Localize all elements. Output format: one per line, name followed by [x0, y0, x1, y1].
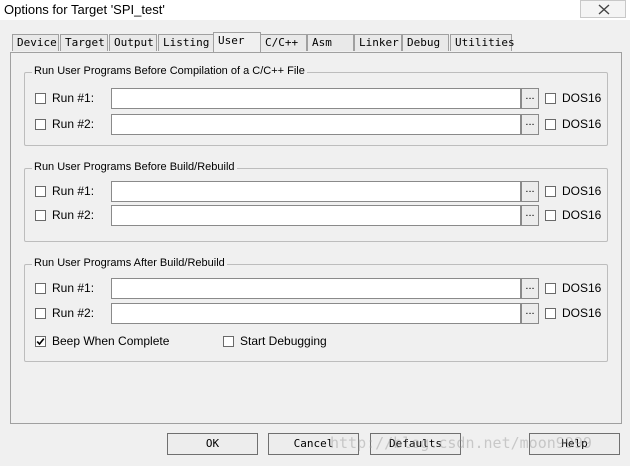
- run-label: Run #1:: [52, 281, 95, 295]
- run-label: Run #2:: [52, 306, 95, 320]
- browse-button[interactable]: ...: [521, 278, 539, 299]
- dos16-checkbox[interactable]: [545, 210, 556, 221]
- run-checkbox[interactable]: [35, 186, 46, 197]
- tab-utilities[interactable]: Utilities: [450, 34, 515, 51]
- command-input[interactable]: [111, 278, 521, 299]
- run-row: Run #1: ... DOS16: [25, 278, 609, 300]
- run-row: Run #2: ... DOS16: [25, 205, 609, 227]
- browse-button[interactable]: ...: [521, 114, 539, 135]
- title-bar: Options for Target 'SPI_test': [0, 0, 630, 20]
- tab-output[interactable]: Output: [109, 34, 157, 51]
- tab-strip: Device Target Output Listing User C/C++ …: [10, 32, 622, 54]
- group-after-build: Run User Programs After Build/Rebuild Ru…: [24, 257, 609, 362]
- command-input[interactable]: [111, 114, 521, 135]
- command-input[interactable]: [111, 303, 521, 324]
- group-title: Run User Programs After Build/Rebuild: [32, 257, 227, 269]
- ok-button[interactable]: OK: [167, 433, 258, 455]
- run-label: Run #2:: [52, 208, 95, 222]
- cancel-button[interactable]: Cancel: [268, 433, 359, 455]
- tab-cpp[interactable]: C/C++: [260, 34, 307, 51]
- group-title: Run User Programs Before Build/Rebuild: [32, 161, 237, 173]
- tab-linker[interactable]: Linker: [354, 34, 402, 51]
- beep-checkbox[interactable]: [35, 336, 46, 347]
- dos16-checkbox[interactable]: [545, 308, 556, 319]
- tab-debug[interactable]: Debug: [402, 34, 449, 51]
- dos16-checkbox[interactable]: [545, 283, 556, 294]
- group-before-compile: Run User Programs Before Compilation of …: [24, 65, 609, 146]
- run-row: Run #1: ... DOS16: [25, 181, 609, 203]
- command-input[interactable]: [111, 205, 521, 226]
- tab-target[interactable]: Target: [60, 34, 108, 51]
- beep-label: Beep When Complete: [52, 334, 170, 348]
- group-before-build: Run User Programs Before Build/Rebuild R…: [24, 161, 609, 242]
- dos16-checkbox[interactable]: [545, 119, 556, 130]
- close-icon: [598, 4, 610, 15]
- dos16-label: DOS16: [562, 184, 602, 198]
- dos16-label: DOS16: [562, 91, 602, 105]
- browse-button[interactable]: ...: [521, 181, 539, 202]
- dos16-label: DOS16: [562, 306, 602, 320]
- run-row: Run #2: ... DOS16: [25, 114, 609, 136]
- run-checkbox[interactable]: [35, 210, 46, 221]
- options-row: Beep When Complete Start Debugging: [25, 331, 609, 353]
- dos16-label: DOS16: [562, 117, 602, 131]
- run-checkbox[interactable]: [35, 308, 46, 319]
- tab-listing[interactable]: Listing: [158, 34, 214, 51]
- dos16-checkbox[interactable]: [545, 93, 556, 104]
- run-checkbox[interactable]: [35, 283, 46, 294]
- command-input[interactable]: [111, 181, 521, 202]
- help-button[interactable]: Help: [529, 433, 620, 455]
- start-debugging-label: Start Debugging: [240, 334, 327, 348]
- run-label: Run #2:: [52, 117, 95, 131]
- run-checkbox[interactable]: [35, 119, 46, 130]
- run-label: Run #1:: [52, 184, 95, 198]
- browse-button[interactable]: ...: [521, 205, 539, 226]
- browse-button[interactable]: ...: [521, 88, 539, 109]
- command-input[interactable]: [111, 88, 521, 109]
- tab-device[interactable]: Device: [12, 34, 59, 51]
- start-debugging-checkbox[interactable]: [223, 336, 234, 347]
- tab-user[interactable]: User: [213, 32, 261, 52]
- defaults-button[interactable]: Defaults: [370, 433, 461, 455]
- browse-button[interactable]: ...: [521, 303, 539, 324]
- dos16-label: DOS16: [562, 208, 602, 222]
- tab-asm[interactable]: Asm: [307, 34, 354, 51]
- dos16-label: DOS16: [562, 281, 602, 295]
- user-tab-panel: Run User Programs Before Compilation of …: [10, 52, 622, 424]
- run-label: Run #1:: [52, 91, 95, 105]
- run-row: Run #2: ... DOS16: [25, 303, 609, 325]
- checkmark-icon: [36, 338, 45, 346]
- group-title: Run User Programs Before Compilation of …: [32, 65, 307, 77]
- window-title: Options for Target 'SPI_test': [4, 2, 165, 17]
- run-checkbox[interactable]: [35, 93, 46, 104]
- run-row: Run #1: ... DOS16: [25, 88, 609, 110]
- close-button[interactable]: [580, 0, 626, 18]
- dos16-checkbox[interactable]: [545, 186, 556, 197]
